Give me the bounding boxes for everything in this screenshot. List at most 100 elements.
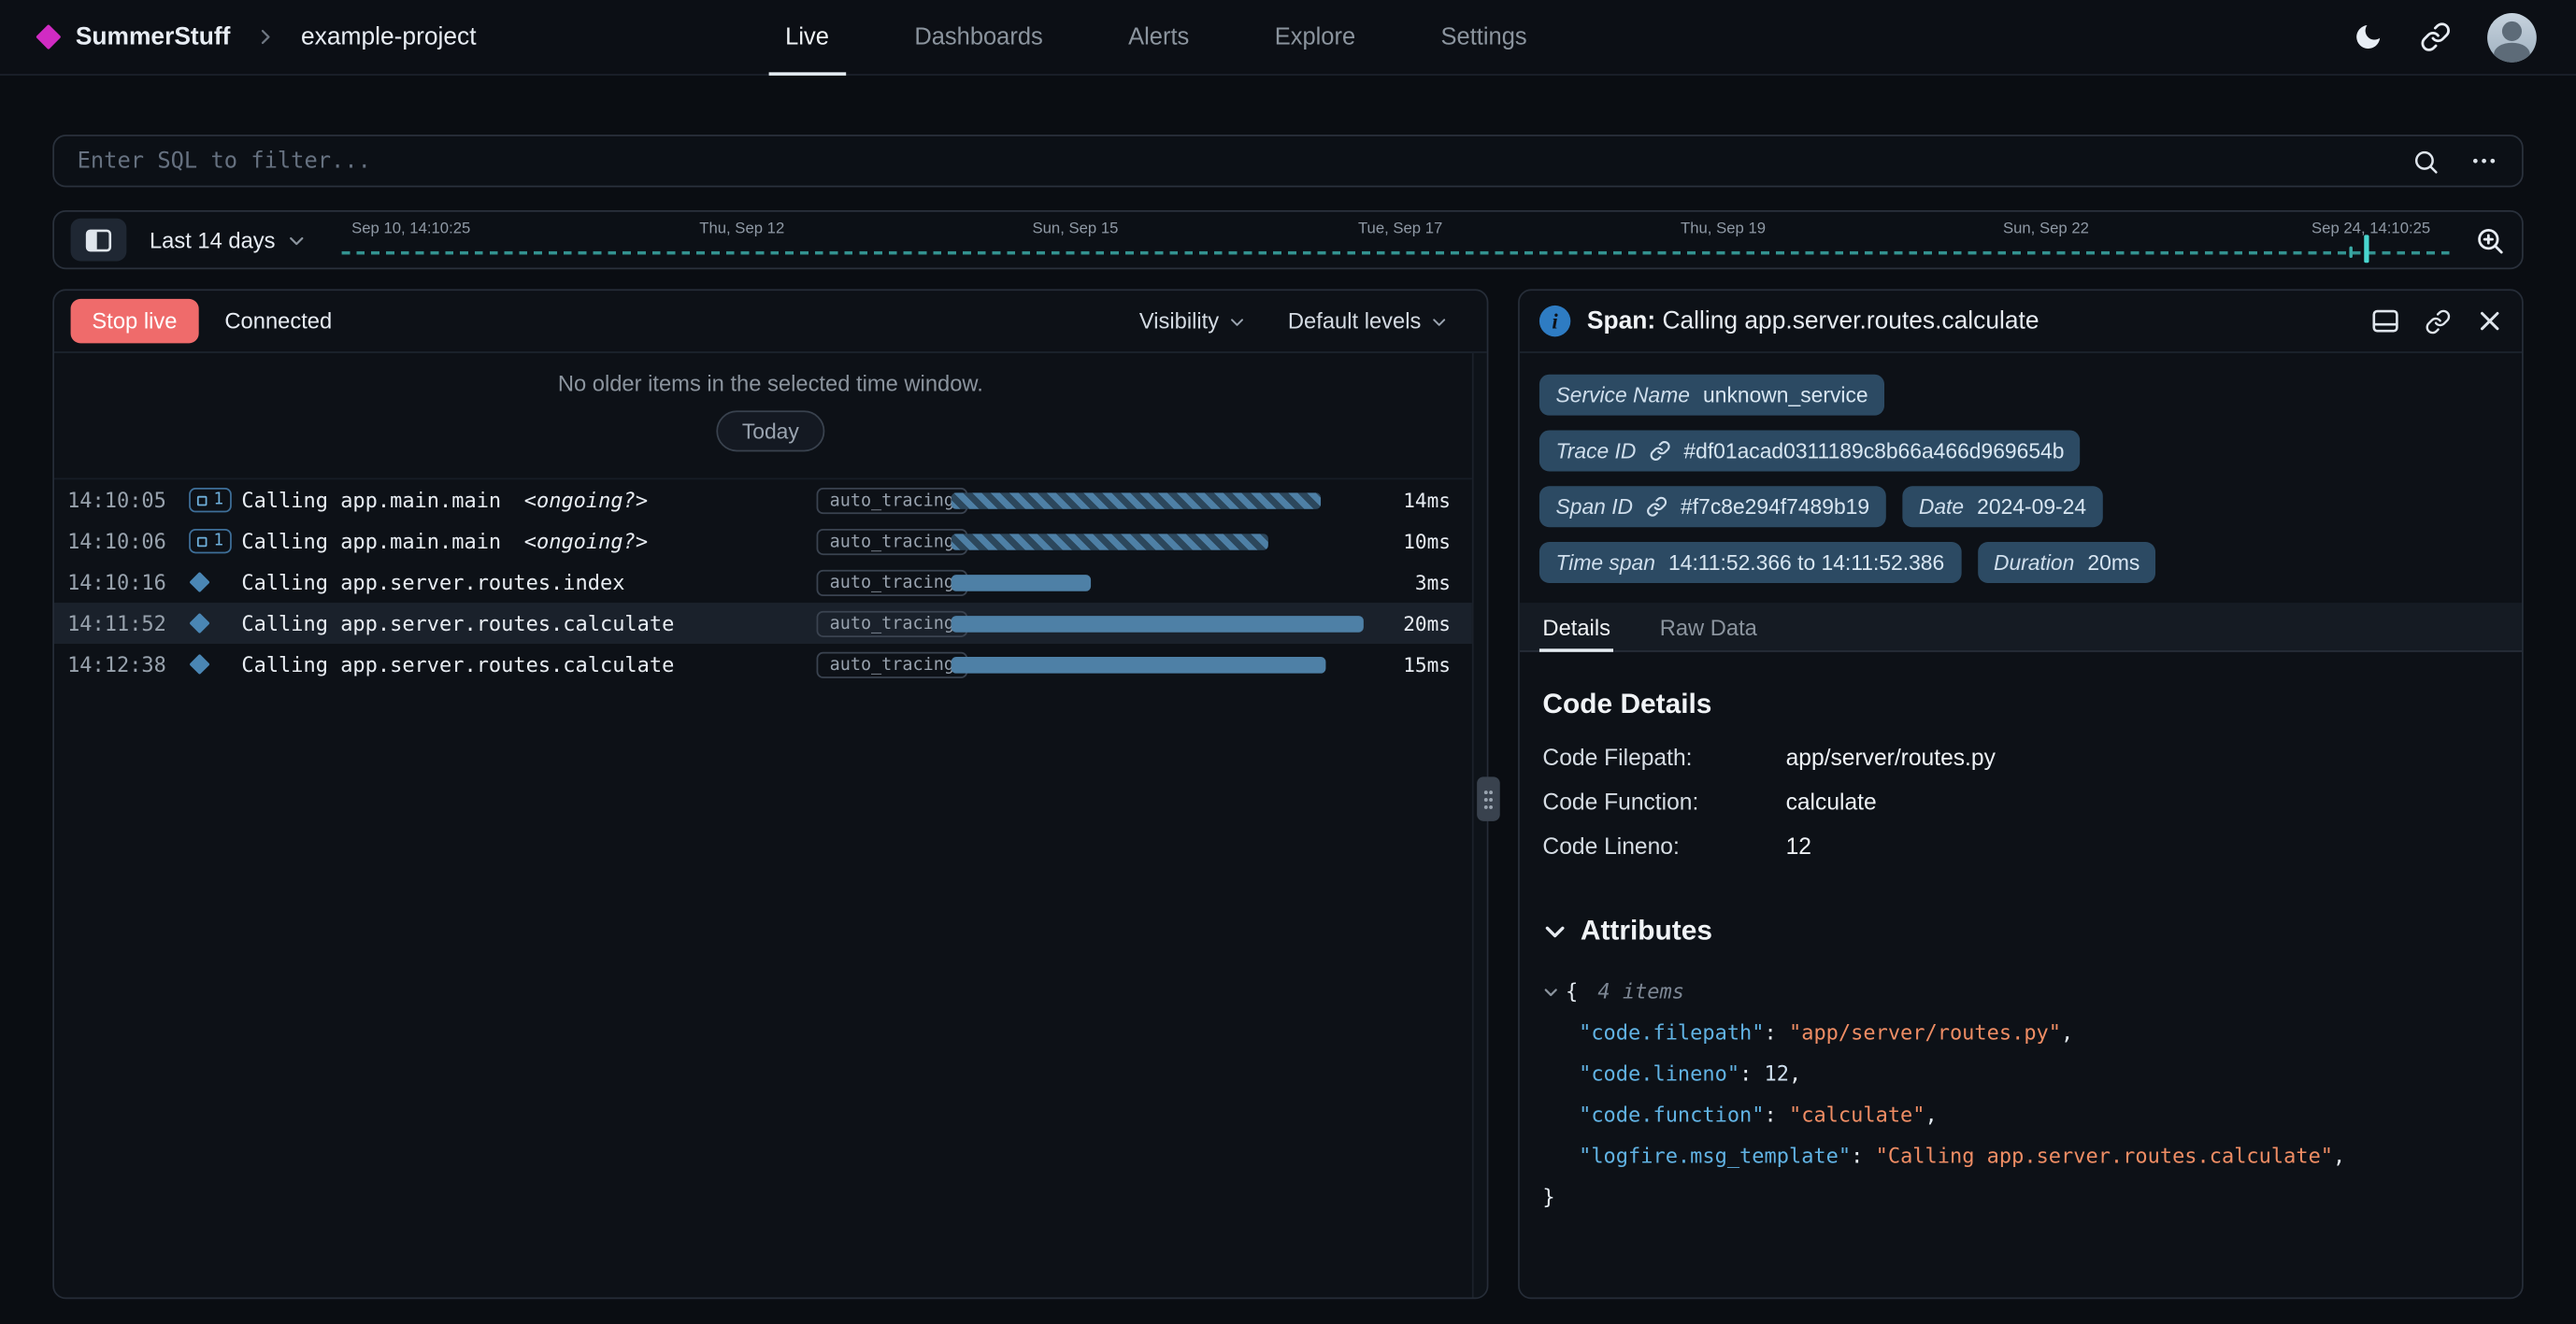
row-duration-bar: [952, 615, 1431, 632]
project-name[interactable]: example-project: [301, 23, 477, 51]
row-tag: auto_tracing: [817, 528, 967, 554]
json-line: "code.lineno": 12,: [1542, 1053, 2498, 1094]
search-icon[interactable]: [2411, 147, 2440, 175]
row-message: Calling app.main.main<ongoing?>: [241, 488, 648, 512]
row-timestamp: 14:12:38: [67, 652, 189, 676]
row-duration: 20ms: [1403, 612, 1451, 635]
code-filepath-label: Code Filepath:: [1542, 744, 1785, 770]
info-icon: i: [1539, 306, 1570, 336]
list-item[interactable]: 14:10:06 1 Calling app.main.main<ongoing…: [54, 520, 1487, 562]
span-group-icon[interactable]: 1: [189, 488, 241, 512]
code-details-heading: Code Details: [1542, 688, 2498, 720]
duration-badge: Duration 20ms: [1977, 542, 2155, 583]
row-timestamp: 14:10:06: [67, 529, 189, 553]
time-range-select[interactable]: Last 14 days: [150, 227, 305, 251]
attributes-section-toggle[interactable]: Attributes: [1542, 915, 2498, 947]
tab-settings[interactable]: Settings: [1398, 0, 1570, 76]
timeline-track[interactable]: Sep 10, 14:10:25 Thu, Sep 12 Sun, Sep 15…: [341, 212, 2452, 268]
trace-id-badge: Trace ID #df01acad0311189c8b66a466d96965…: [1539, 431, 2081, 472]
row-timestamp: 14:10:05: [67, 488, 189, 512]
org-name[interactable]: SummerStuff: [76, 23, 231, 51]
span-detail-panel: i Span: Calling app.server.routes.calcul…: [1518, 289, 2524, 1299]
navbar: SummerStuff example-project Live Dashboa…: [0, 0, 2576, 76]
row-tag: auto_tracing: [817, 651, 967, 677]
brand-diamond-icon: [36, 24, 61, 50]
span-group-icon[interactable]: 1: [189, 529, 241, 553]
timeline-tick: Sun, Sep 22: [2003, 221, 2089, 238]
row-duration: 3ms: [1415, 571, 1451, 594]
dark-mode-icon[interactable]: [2353, 21, 2383, 52]
list-item[interactable]: 14:12:38 Calling app.server.routes.calcu…: [54, 644, 1487, 685]
span-diamond-icon: [189, 616, 241, 631]
sidebar-toggle-icon[interactable]: [71, 219, 127, 262]
visibility-dropdown[interactable]: Visibility: [1139, 308, 1245, 333]
time-range-label: Last 14 days: [150, 227, 276, 251]
dock-panel-icon[interactable]: [2372, 308, 2398, 333]
chevron-down-icon: [287, 231, 305, 249]
code-details-grid: Code Filepath: app/server/routes.py Code…: [1542, 744, 2498, 859]
today-button[interactable]: Today: [716, 410, 825, 451]
timeline-tick: Tue, Sep 17: [1358, 221, 1442, 238]
timeline-tick: Sep 10, 14:10:25: [351, 221, 470, 238]
trace-rows: 14:10:05 1 Calling app.main.main<ongoing…: [54, 477, 1487, 684]
row-message: Calling app.server.routes.calculate: [241, 652, 674, 676]
row-tag: auto_tracing: [817, 569, 967, 595]
default-levels-label: Default levels: [1288, 308, 1421, 333]
list-item-selected[interactable]: 14:11:52 Calling app.server.routes.calcu…: [54, 603, 1487, 644]
scrollbar[interactable]: [1472, 353, 1487, 1298]
live-list-header: Stop live Connected Visibility Default l…: [54, 291, 1487, 353]
link-icon[interactable]: [1649, 440, 1670, 462]
main-nav: Live Dashboards Alerts Explore Settings: [742, 0, 1569, 76]
zoom-in-icon[interactable]: [2474, 224, 2505, 255]
chevron-down-icon: [1431, 313, 1448, 330]
tab-dashboards[interactable]: Dashboards: [872, 0, 1086, 76]
panel-resize-handle[interactable]: [1477, 776, 1500, 820]
row-timestamp: 14:10:16: [67, 570, 189, 594]
link-icon[interactable]: [1646, 496, 1667, 518]
json-line: "code.function": "calculate",: [1542, 1094, 2498, 1135]
tab-alerts[interactable]: Alerts: [1085, 0, 1232, 76]
span-diamond-icon: [189, 657, 241, 672]
collapse-chevron-icon: [1542, 918, 1567, 943]
timeline-tick: Thu, Sep 12: [699, 221, 784, 238]
close-icon[interactable]: [2478, 308, 2502, 333]
share-link-icon[interactable]: [2420, 21, 2451, 52]
json-open-brace: {: [1566, 971, 1578, 1012]
list-item[interactable]: 14:10:16 Calling app.server.routes.index…: [54, 562, 1487, 603]
app-root: SummerStuff example-project Live Dashboa…: [0, 0, 2576, 1324]
list-item[interactable]: 14:10:05 1 Calling app.main.main<ongoing…: [54, 479, 1487, 520]
timeline-bar: Last 14 days Sep 10, 14:10:25 Thu, Sep 1…: [52, 210, 2524, 269]
visibility-label: Visibility: [1139, 308, 1219, 333]
span-title: Span: Calling app.server.routes.calculat…: [1587, 307, 2039, 335]
timeline-tick: Thu, Sep 19: [1681, 221, 1766, 238]
sql-filter-bar: [52, 135, 2524, 187]
chevron-down-icon: [1229, 313, 1246, 330]
search-input[interactable]: [78, 148, 2412, 174]
navbar-actions: [2353, 12, 2537, 62]
timeline-activity-line: [341, 251, 2452, 255]
avatar[interactable]: [2487, 12, 2537, 62]
timeline-tick: Sep 24, 14:10:25: [2311, 221, 2430, 238]
timeline-tick: Sun, Sep 15: [1032, 221, 1118, 238]
row-duration-bar: [952, 574, 1431, 591]
breadcrumb: SummerStuff example-project: [39, 23, 476, 51]
code-function-value: calculate: [1786, 789, 2499, 815]
copy-link-icon[interactable]: [2425, 308, 2451, 335]
live-list-panel: Stop live Connected Visibility Default l…: [52, 289, 1488, 1299]
row-tag: auto_tracing: [817, 610, 967, 636]
more-options-icon[interactable]: [2469, 146, 2499, 176]
date-badge: Date 2024-09-24: [1902, 486, 2102, 527]
default-levels-dropdown[interactable]: Default levels: [1288, 308, 1448, 333]
stop-live-button[interactable]: Stop live: [71, 299, 199, 343]
code-filepath-value: app/server/routes.py: [1786, 744, 2499, 770]
tab-explore[interactable]: Explore: [1232, 0, 1398, 76]
json-close-brace: }: [1542, 1175, 2498, 1217]
json-collapse-icon[interactable]: [1542, 983, 1559, 1000]
detail-tabs: Details Raw Data: [1520, 603, 2522, 652]
row-duration: 10ms: [1403, 530, 1451, 553]
tab-details[interactable]: Details: [1539, 606, 1614, 650]
timeline-activity-spike: [2365, 235, 2369, 263]
tab-live[interactable]: Live: [742, 0, 871, 76]
row-message: Calling app.server.routes.index: [241, 570, 624, 594]
tab-raw-data[interactable]: Raw Data: [1656, 606, 1760, 650]
